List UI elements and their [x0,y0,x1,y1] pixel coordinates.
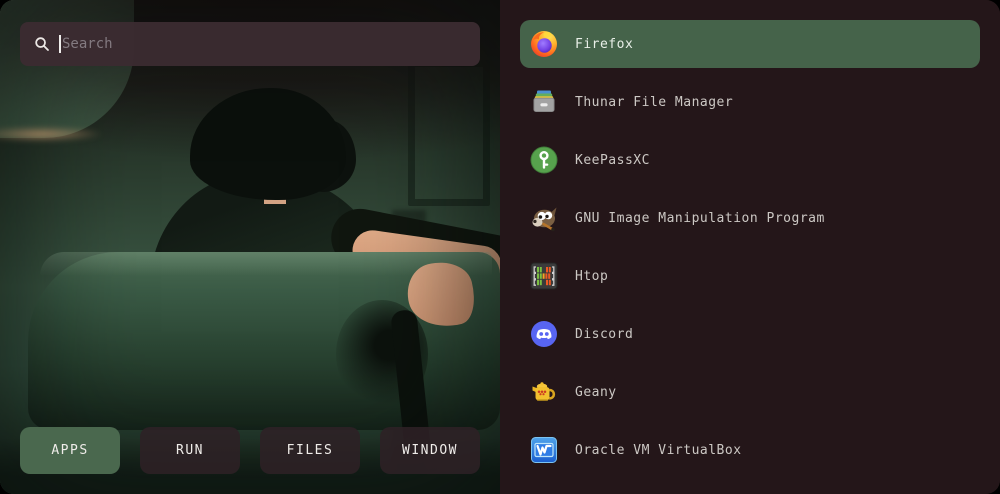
tab-run[interactable]: RUN [140,427,240,474]
wallpaper-illustration [0,0,500,494]
app-label: Discord [575,327,633,342]
search-bar[interactable] [20,22,480,66]
htop-icon [530,262,558,290]
app-label: Firefox [575,37,633,52]
search-icon [34,36,50,52]
app-row-geany[interactable]: Geany [520,368,980,416]
gimp-icon [530,204,558,232]
app-row-thunar[interactable]: Thunar File Manager [520,78,980,126]
geany-icon [530,378,558,406]
app-row-firefox[interactable]: Firefox [520,20,980,68]
tab-apps[interactable]: APPS [20,427,120,474]
app-label: GNU Image Manipulation Program [575,211,825,226]
app-row-virtualbox[interactable]: Oracle VM VirtualBox [520,426,980,474]
app-row-keepassxc[interactable]: KeePassXC [520,136,980,184]
thunar-icon [530,88,558,116]
app-list: Firefox Thunar File Manager [500,0,1000,494]
firefox-icon [530,30,558,58]
tab-window[interactable]: WINDOW [380,427,480,474]
launcher-window: APPS RUN FILES WINDOW [0,0,1000,494]
discord-icon [530,320,558,348]
app-row-gimp[interactable]: GNU Image Manipulation Program [520,194,980,242]
keepassxc-icon [530,146,558,174]
app-row-discord[interactable]: Discord [520,310,980,358]
vignette-overlay [0,0,500,494]
virtualbox-icon [530,436,558,464]
tab-files[interactable]: FILES [260,427,360,474]
search-input[interactable] [62,36,466,52]
app-label: Thunar File Manager [575,95,733,110]
app-label: KeePassXC [575,153,650,168]
text-cursor [59,35,61,53]
app-label: Geany [575,385,617,400]
left-pane: APPS RUN FILES WINDOW [0,0,500,494]
app-label: Oracle VM VirtualBox [575,443,742,458]
app-label: Htop [575,269,608,284]
app-row-htop[interactable]: Htop [520,252,980,300]
mode-tabs: APPS RUN FILES WINDOW [20,427,480,474]
